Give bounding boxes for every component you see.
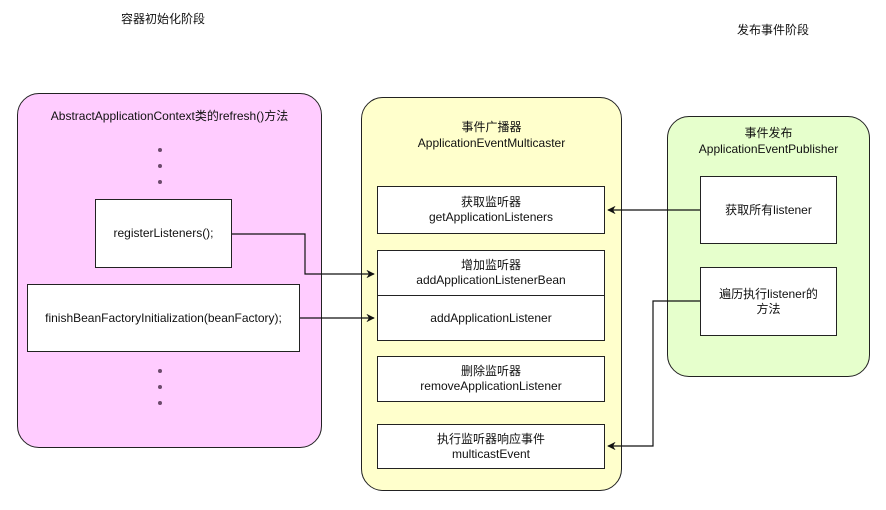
arrow-iterate-to-multicast [607, 300, 700, 451]
connectors [232, 205, 700, 451]
arrow-register-to-add-bean [232, 233, 375, 279]
